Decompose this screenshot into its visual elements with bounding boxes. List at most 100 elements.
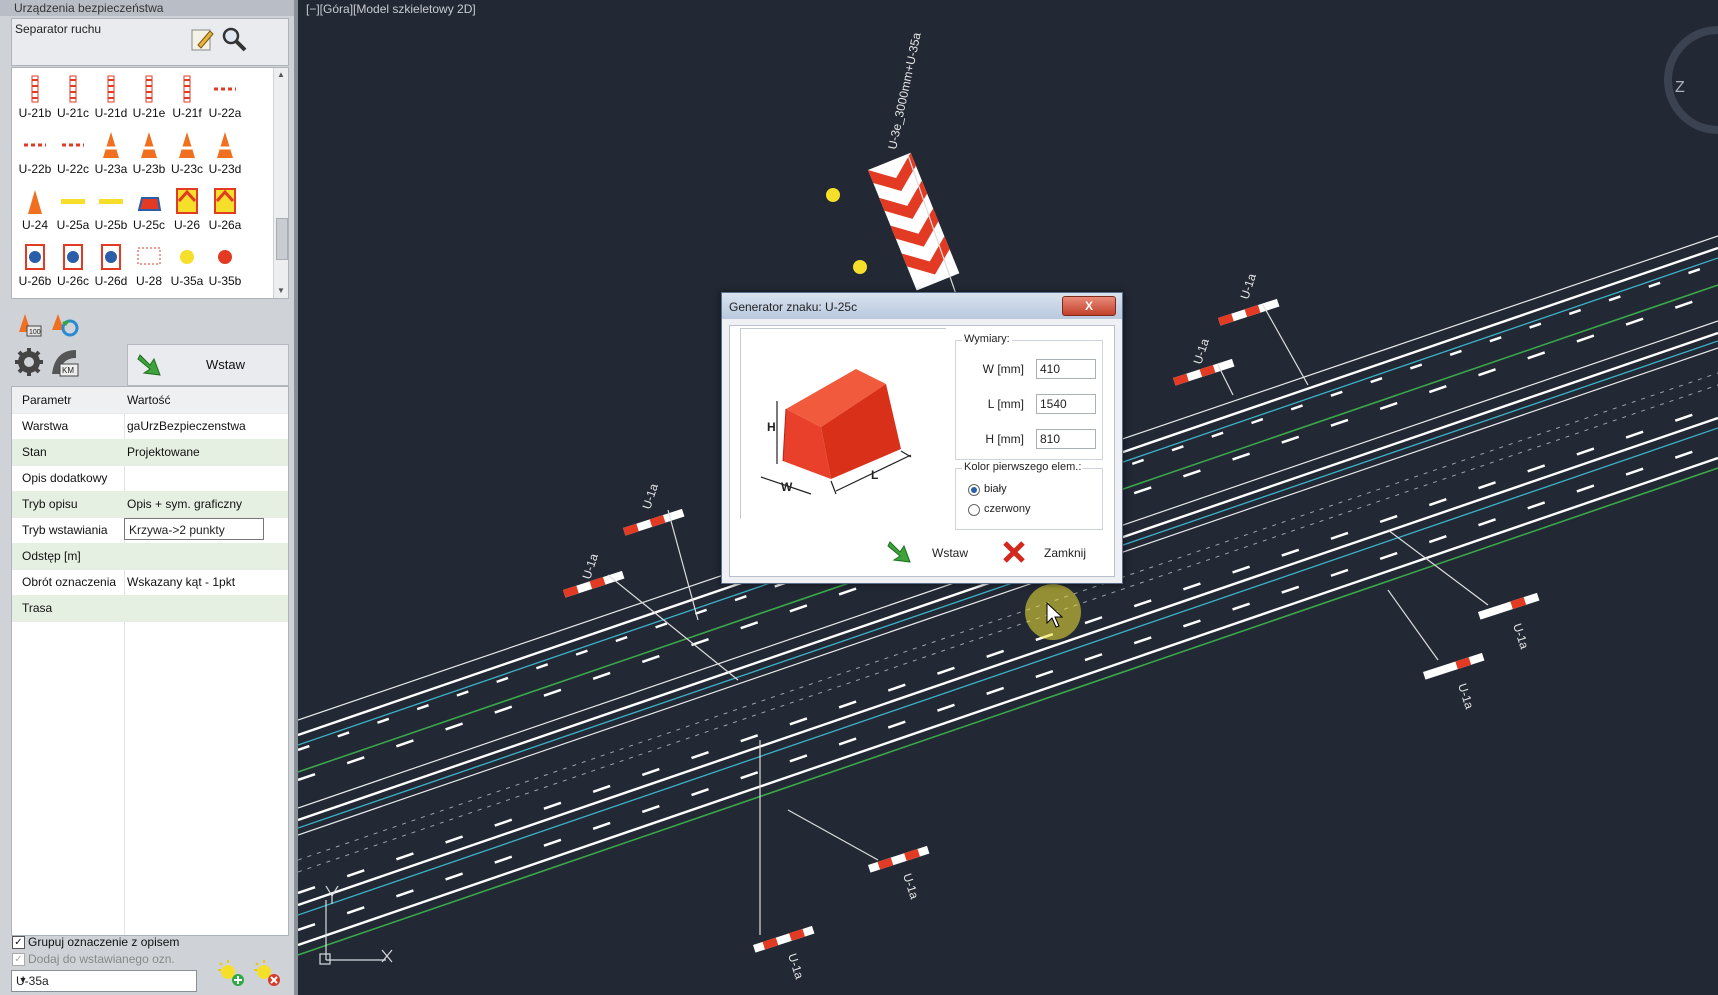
symbol-item[interactable]: U-21c — [54, 70, 92, 126]
symbol-item[interactable]: U-22b — [16, 126, 54, 182]
symbol-item[interactable]: U-21f — [168, 70, 206, 126]
param-row-tryb-wstawiania[interactable]: Tryb wstawiania Krzywa->2 punkty — [12, 517, 288, 544]
dim-label: L [mm] — [987, 397, 1024, 411]
param-key: Odstęp [m] — [22, 549, 81, 563]
params-header: Parametr Wartość — [12, 387, 288, 414]
parameters-table: Parametr Wartość Warstwa gaUrzBezpieczens… — [11, 386, 289, 936]
scroll-down-icon[interactable]: ▼ — [276, 286, 286, 296]
dim-h-input[interactable]: 810 — [1036, 429, 1096, 449]
dialog-title: Generator znaku: U-25c — [729, 300, 858, 314]
symbol-item[interactable]: U-24 — [16, 182, 54, 238]
symbol-label: U-26d — [94, 274, 128, 288]
red-x-icon — [1003, 541, 1025, 563]
param-row-odstep[interactable]: Odstęp [m] — [12, 543, 288, 570]
symbol-item[interactable]: U-25c — [130, 182, 168, 238]
dialog-titlebar[interactable]: Generator znaku: U-25c X — [722, 293, 1122, 319]
svg-text:100: 100 — [29, 329, 41, 336]
param-value: gaUrzBezpieczenstwa — [127, 419, 246, 433]
symbol-item[interactable]: U-21e — [130, 70, 168, 126]
symbol-label: U-24 — [21, 218, 48, 232]
warning-lamp-icon — [826, 188, 840, 202]
scroll-up-icon[interactable]: ▲ — [276, 70, 286, 80]
symbol-label: U-26 — [173, 218, 200, 232]
header-value: Wartość — [127, 393, 171, 407]
group-checkbox[interactable]: ✓ Grupuj oznaczenie z opisem — [12, 935, 292, 951]
radio-off-icon[interactable] — [968, 504, 980, 516]
radio-label: biały — [984, 483, 1007, 495]
symbol-item[interactable]: U-25b — [92, 182, 130, 238]
param-value: Opis + sym. graficzny — [127, 497, 243, 511]
dialog-insert-button[interactable]: Wstaw — [886, 538, 986, 568]
symbol-item[interactable]: U-35b — [206, 238, 244, 294]
symbol-icon — [141, 132, 157, 158]
panel-title: Urządzenia bezpieczeństwa — [0, 0, 294, 16]
symbol-item[interactable]: U-21d — [92, 70, 130, 126]
symbol-item[interactable]: U-26 — [168, 182, 206, 238]
cone-refresh-icon[interactable] — [48, 308, 80, 340]
symbol-label: U-23c — [170, 162, 203, 176]
edit-pencil-icon[interactable] — [188, 25, 216, 53]
param-row-obrot[interactable]: Obrót oznaczenia Wskazany kąt - 1pkt — [12, 569, 288, 596]
group-checkbox-label: Grupuj oznaczenie z opisem — [28, 935, 180, 949]
settings-gear-icon[interactable] — [13, 346, 45, 378]
dialog-close-button[interactable]: Zamknij — [1002, 538, 1102, 568]
symbol-item[interactable]: U-23c — [168, 126, 206, 182]
symbol-label: U-28 — [135, 274, 162, 288]
param-row-warstwa[interactable]: Warstwa gaUrzBezpieczenstwa — [12, 413, 288, 440]
insert-button[interactable]: Wstaw — [127, 344, 289, 386]
symbol-item[interactable]: U-26c — [54, 238, 92, 294]
km-road-icon[interactable]: KM — [48, 346, 80, 378]
lamp-remove-icon[interactable] — [252, 958, 282, 988]
lamp-add-icon[interactable] — [216, 958, 246, 988]
cone-add-icon[interactable]: 100 — [13, 308, 45, 340]
viewport-label[interactable]: [−][Góra][Model szkieletowy 2D] — [306, 2, 476, 16]
radio-on-icon[interactable] — [968, 484, 980, 496]
param-row-opis[interactable]: Opis dodatkowy — [12, 465, 288, 492]
symbol-item[interactable]: U-21b — [16, 70, 54, 126]
symbol-icon — [214, 188, 236, 214]
symbol-item[interactable]: U-22a — [206, 70, 244, 126]
tryb-wstawiania-field[interactable]: Krzywa->2 punkty — [124, 518, 264, 540]
symbol-label: U-21b — [18, 106, 52, 120]
chevron-down-icon[interactable]: ▼ — [16, 973, 30, 987]
symbol-item[interactable]: U-35a — [168, 238, 206, 294]
param-value: Projektowane — [127, 445, 200, 459]
compass-label: Z — [1675, 79, 1685, 96]
symbol-label: U-25c — [132, 218, 165, 232]
dialog-insert-label: Wstaw — [932, 546, 968, 560]
symbol-icon — [176, 188, 198, 214]
symbol-scrollbar[interactable]: ▲ ▼ — [273, 68, 288, 298]
chevron-label: U-3e_3000mm+U-35a — [885, 31, 924, 151]
close-icon[interactable]: X — [1062, 296, 1116, 316]
symbol-item[interactable]: U-25a — [54, 182, 92, 238]
symbol-item[interactable]: U-23b — [130, 126, 168, 182]
sign-generator-dialog: Generator znaku: U-25c X H W L Wymiary: … — [721, 292, 1123, 584]
symbol-icon — [214, 87, 236, 91]
dim-l-input[interactable]: 1540 — [1036, 394, 1096, 414]
symbol-icon — [28, 190, 42, 214]
symbol-item[interactable]: U-26d — [92, 238, 130, 294]
checkbox-disabled-icon: ✓ — [12, 953, 25, 966]
symbol-item[interactable]: U-23d — [206, 126, 244, 182]
param-row-trasa[interactable]: Trasa — [12, 595, 288, 622]
barrier-preview: H W L — [740, 328, 946, 519]
symbol-item[interactable]: U-22c — [54, 126, 92, 182]
checkbox-checked-icon[interactable]: ✓ — [12, 936, 25, 949]
search-icon[interactable] — [220, 25, 248, 53]
symbol-item[interactable]: U-26a — [206, 182, 244, 238]
symbol-combo[interactable]: U-35a ▼ — [11, 970, 197, 992]
scroll-thumb[interactable] — [276, 218, 288, 260]
param-row-stan[interactable]: Stan Projektowane — [12, 439, 288, 466]
symbol-label: U-23a — [94, 162, 128, 176]
symbol-grid: ▲ ▼ U-21b U-21c U-21d U-21e U-21f U-22a U-22b U… — [11, 67, 289, 299]
dim-w-input[interactable]: 410 — [1036, 359, 1096, 379]
separator-label: Separator ruchu — [15, 22, 102, 36]
dim-label: W [mm] — [982, 362, 1024, 376]
param-row-tryb-opisu[interactable]: Tryb opisu Opis + sym. graficzny — [12, 491, 288, 518]
preview-l: L — [871, 468, 878, 482]
chevron-sign-u3e[interactable] — [868, 152, 960, 291]
symbol-item[interactable]: U-23a — [92, 126, 130, 182]
symbol-item[interactable]: U-26b — [16, 238, 54, 294]
dialog-close-label: Zamknij — [1044, 546, 1087, 560]
symbol-item[interactable]: U-28 — [130, 238, 168, 294]
